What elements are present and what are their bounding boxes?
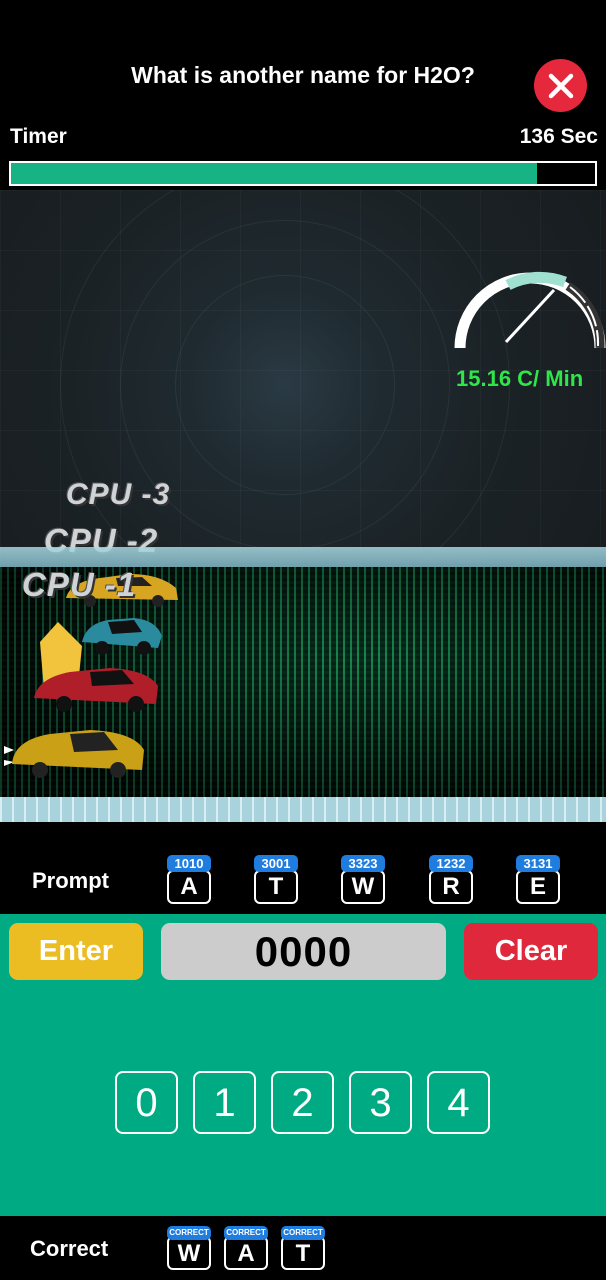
correct-key: W [167,1236,211,1270]
player-car-icon [4,730,144,778]
opponent-label: CPU -3 [66,478,171,511]
timer-seconds: 136 Sec [519,125,598,148]
speed-readout: 15.16 C/ Min [456,366,584,391]
close-button[interactable] [534,59,587,112]
prompt-row: Prompt A 1010 T 3001 W 3323 R 1232 E 313… [0,822,606,914]
prompt-key-code: 3001 [254,855,298,872]
digit-button-2[interactable]: 2 [271,1071,334,1134]
timer-progress-bar [9,161,597,186]
correct-key: A [224,1236,268,1270]
clear-button[interactable]: Clear [464,923,598,980]
opponent-label: CPU -1 [22,566,137,603]
opponent-car-icon [82,618,162,655]
prompt-key: E [516,870,560,904]
race-scene: 15.16 C/ Min CPU -3 CPU -2 CPU -1 [0,190,606,822]
code-display: 0000 [161,923,446,980]
prompt-key: W [341,870,385,904]
correct-tag: CORRECT [167,1226,211,1240]
prompt-key: A [167,870,211,904]
digit-button-4[interactable]: 4 [427,1071,490,1134]
digit-button-1[interactable]: 1 [193,1071,256,1134]
speedometer-icon [454,271,606,349]
timer-progress-fill [11,163,537,184]
prompt-key: R [429,870,473,904]
prompt-key-code: 1010 [167,855,211,872]
correct-label: Correct [30,1236,109,1261]
digit-button-3[interactable]: 3 [349,1071,412,1134]
correct-tag: CORRECT [224,1226,268,1240]
prompt-key-code: 3323 [341,855,385,872]
opponent-car-icon [34,668,158,712]
correct-tag: CORRECT [281,1226,325,1240]
circuit-board-strip [0,797,606,822]
prompt-label: Prompt [32,868,109,893]
question-text: What is another name for H2O? [131,62,475,88]
close-icon [548,73,573,98]
digit-button-0[interactable]: 0 [115,1071,178,1134]
prompt-key-code: 1232 [429,855,473,872]
track-horizon [0,547,606,567]
timer-label: Timer [10,125,67,148]
correct-row: Correct W CORRECT A CORRECT T CORRECT [0,1216,606,1280]
prompt-key: T [254,870,298,904]
input-panel: Enter 0000 Clear 0 1 2 3 4 [0,914,606,1216]
enter-button[interactable]: Enter [9,923,143,980]
prompt-key-code: 3131 [516,855,560,872]
correct-key: T [281,1236,325,1270]
